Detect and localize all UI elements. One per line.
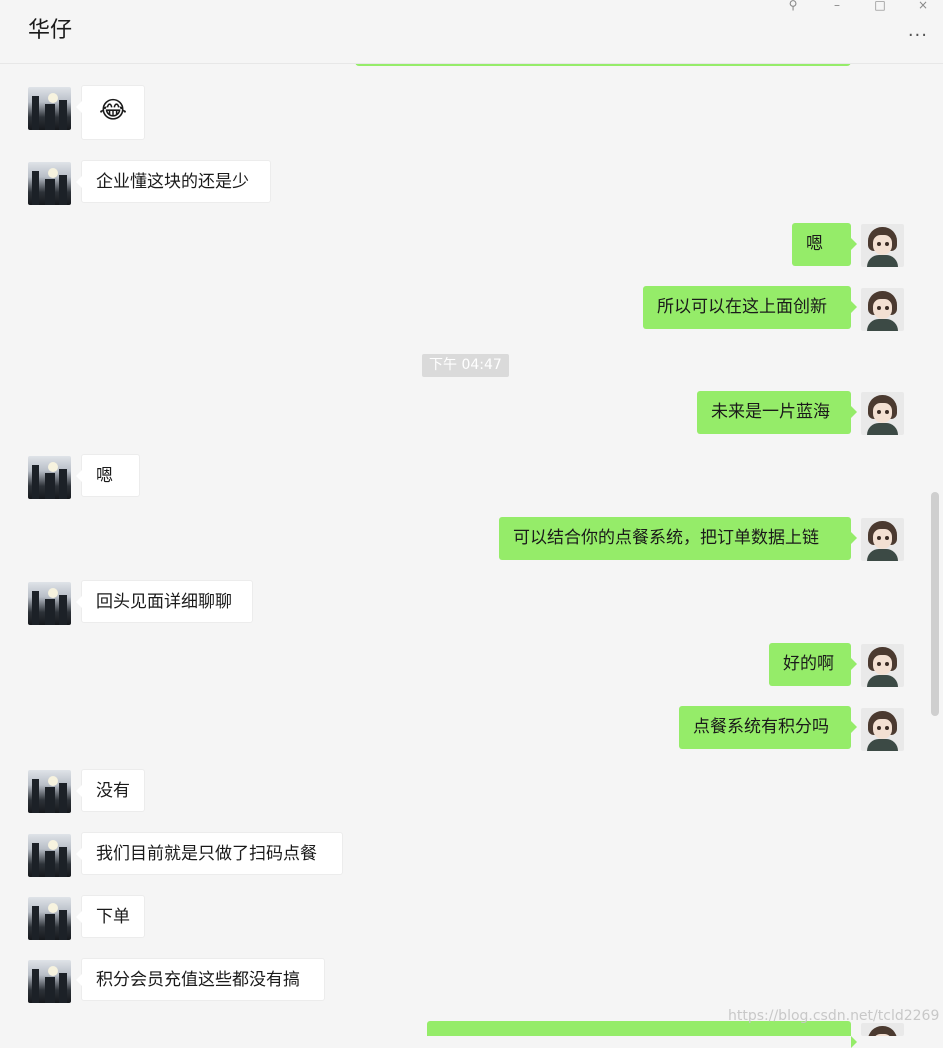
my-avatar[interactable] (861, 518, 904, 561)
watermark: https://blog.csdn.net/tcld2269 (728, 1008, 940, 1024)
my-avatar[interactable] (861, 392, 904, 435)
message-text: 没有 (96, 781, 130, 801)
contact-avatar[interactable] (28, 582, 71, 625)
my-avatar[interactable] (861, 224, 904, 267)
my-avatar[interactable] (861, 708, 904, 751)
message-text: 我们目前就是只做了扫码点餐 (96, 844, 317, 864)
message-bubble[interactable]: 所以可以在这上面创新 (643, 286, 857, 329)
more-options-icon[interactable]: ··· (908, 26, 928, 46)
message-text: 嗯 (806, 234, 823, 254)
minimize-icon[interactable]: – (829, 0, 845, 11)
message-text: 所以可以在这上面创新 (657, 297, 827, 317)
message-text: 好的啊 (783, 654, 834, 674)
message-bubble[interactable]: 下单 (76, 895, 145, 938)
pin-icon[interactable]: ⚲ (785, 0, 801, 11)
contact-avatar[interactable] (28, 162, 71, 205)
contact-avatar[interactable] (28, 770, 71, 813)
message-bubble[interactable]: 可以结合你的点餐系统，把订单数据上链 (499, 517, 857, 560)
message-text: 下单 (96, 907, 130, 927)
my-avatar[interactable] (861, 288, 904, 331)
contact-avatar[interactable] (28, 834, 71, 877)
contact-avatar[interactable] (28, 87, 71, 130)
chat-header: 华仔 ⚲ – □ × ··· (0, 0, 943, 64)
contact-avatar[interactable] (28, 960, 71, 1003)
message-text: 未来是一片蓝海 (711, 402, 830, 422)
contact-avatar[interactable] (28, 897, 71, 940)
message-text: 回头见面详细聊聊 (96, 592, 232, 612)
message-text: 可以结合你的点餐系统，把订单数据上链 (513, 528, 819, 548)
scrollbar-thumb[interactable] (931, 492, 939, 716)
message-text: 企业懂这块的还是少 (96, 172, 249, 192)
my-avatar[interactable] (861, 644, 904, 687)
close-icon[interactable]: × (915, 0, 931, 11)
message-bubble[interactable]: 😂 (76, 85, 145, 140)
maximize-icon[interactable]: □ (872, 0, 888, 11)
contact-avatar[interactable] (28, 456, 71, 499)
message-text: 点餐系统有积分吗 (693, 717, 829, 737)
message-bubble[interactable]: 没有 (76, 769, 145, 812)
message-bubble[interactable]: 点餐系统有积分吗 (679, 706, 857, 749)
message-bubble[interactable]: 嗯 (76, 454, 140, 497)
message-text: 嗯 (96, 466, 113, 486)
message-bubble[interactable]: 回头见面详细聊聊 (76, 580, 253, 623)
timestamp-divider: 下午 04:47 (422, 354, 509, 377)
my-avatar[interactable] (861, 1023, 904, 1036)
message-bubble[interactable]: 企业懂这块的还是少 (76, 160, 271, 203)
message-bubble[interactable]: 嗯 (792, 223, 857, 266)
message-bubble[interactable]: 好的啊 (769, 643, 857, 686)
chat-title: 华仔 (28, 18, 73, 43)
message-bubble[interactable]: 未来是一片蓝海 (697, 391, 857, 434)
message-text: 积分会员充值这些都没有搞 (96, 970, 300, 990)
message-bubble[interactable]: 积分会员充值这些都没有搞 (76, 958, 325, 1001)
message-bubble[interactable]: 我们目前就是只做了扫码点餐 (76, 832, 343, 875)
laughing-emoji-icon: 😂 (98, 96, 128, 124)
